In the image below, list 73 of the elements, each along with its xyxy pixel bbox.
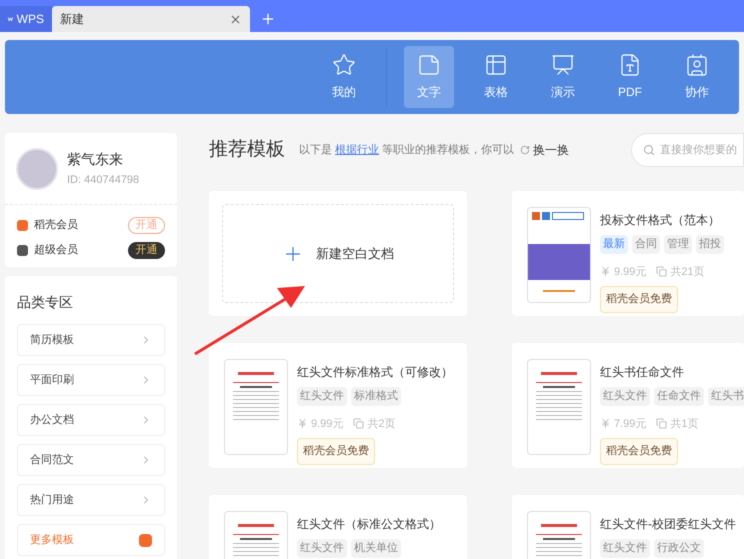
membership-label: 稻壳会员: [34, 218, 79, 234]
document-tab[interactable]: 新建: [52, 6, 250, 32]
close-icon[interactable]: [229, 12, 242, 26]
yen-icon: [297, 418, 308, 430]
page-count: 共21页: [670, 264, 705, 280]
search-icon: [643, 144, 655, 156]
template-tag[interactable]: 红头文件: [600, 539, 650, 558]
template-tag[interactable]: 行政公文: [654, 539, 704, 558]
price: 9.99元: [614, 264, 646, 280]
refresh-button[interactable]: 换一换: [520, 141, 570, 159]
refresh-icon: [520, 145, 530, 155]
template-title: 投标文件格式（范本）: [600, 212, 721, 229]
category-item[interactable]: 合同范文: [17, 444, 165, 476]
section-title: 推荐模板: [209, 138, 285, 162]
pages-icon: [656, 266, 668, 278]
yen-icon: [600, 418, 611, 430]
template-tag[interactable]: 合同: [632, 235, 660, 254]
table-icon: [484, 53, 508, 77]
category-item[interactable]: 简历模板: [17, 324, 165, 356]
star-icon: [332, 53, 356, 77]
pages-icon: [656, 418, 668, 430]
presentation-icon: [551, 53, 575, 77]
member-free-badge: 稻壳会员免费: [600, 286, 678, 312]
nav-tab[interactable]: 协作: [672, 46, 722, 108]
pages-icon: [353, 418, 364, 430]
contact-card-icon: [685, 53, 709, 77]
template-tag[interactable]: 红头文件: [600, 387, 650, 406]
template-tag[interactable]: 管理: [664, 235, 692, 254]
template-tag[interactable]: 红头文件: [297, 539, 347, 558]
nav-tab[interactable]: 表格: [471, 46, 521, 108]
page-count: 共1页: [670, 416, 699, 432]
nav-tab[interactable]: PDF: [605, 46, 655, 108]
template-card[interactable]: 红头文件（标准公文格式） 红头文件 机关单位: [209, 495, 467, 559]
activate-button[interactable]: 开通: [128, 242, 165, 259]
template-title: 红头文件标准格式（可修改）: [297, 364, 453, 381]
note-icon: [417, 53, 441, 77]
search-field[interactable]: 直接搜你想要的: [631, 133, 744, 167]
template-title: 红头文件-校团委红头文件: [600, 516, 736, 533]
user-id: ID: 440744798: [67, 173, 140, 188]
nav-tab[interactable]: 我的: [319, 46, 369, 108]
category-title: 品类专区: [17, 293, 74, 312]
category-item[interactable]: 更多模板: [17, 524, 165, 556]
nav-tab[interactable]: 文字: [404, 46, 454, 108]
template-card[interactable]: 红头文件-校团委红头文件 红头文件 行政公文: [512, 495, 744, 559]
yen-icon: [600, 266, 611, 278]
user-name: 紫气东来: [67, 150, 124, 170]
template-tag[interactable]: 任命文件: [654, 387, 704, 406]
membership-label: 超级会员: [34, 243, 79, 258]
activate-button[interactable]: 开通: [128, 217, 165, 234]
nav-tab[interactable]: 演示: [538, 46, 588, 108]
template-tag[interactable]: 红头文件: [297, 387, 347, 406]
category-item[interactable]: 办公文档: [17, 404, 165, 436]
price: 7.99元: [614, 416, 646, 432]
intro-text: 以下是 根据行业 等职业的推荐模板，你可以: [299, 142, 514, 158]
template-tag[interactable]: 红头书: [708, 387, 744, 406]
template-tag[interactable]: 机关单位: [351, 539, 401, 558]
member-free-badge: 稻壳会员免费: [600, 438, 678, 464]
page-count: 共2页: [367, 416, 396, 432]
member-free-badge: 稻壳会员免费: [297, 438, 375, 464]
template-title: 红头文件（标准公文格式）: [297, 516, 441, 533]
category-item[interactable]: 热门用途: [17, 484, 165, 516]
template-tag[interactable]: 标准格式: [351, 387, 401, 406]
price: 9.99元: [311, 416, 344, 432]
app-tab[interactable]: WPS: [0, 6, 52, 32]
template-tag[interactable]: 最新: [600, 235, 628, 254]
category-item[interactable]: 平面印刷: [17, 364, 165, 396]
template-title: 红头书任命文件: [600, 364, 685, 381]
template-card[interactable]: 红头文件标准格式（可修改） 红头文件 标准格式 9.99元 共2页 稻壳会员免费: [209, 343, 467, 468]
industry-link[interactable]: 根据行业: [335, 144, 380, 156]
new-tab-icon[interactable]: [260, 11, 276, 27]
template-tag[interactable]: 招投: [696, 235, 724, 254]
template-card[interactable]: 投标文件格式（范本） 最新 合同 管理 招投 9.99元 共21页 稻壳会员免费: [512, 191, 744, 316]
template-card[interactable]: 红头书任命文件 红头文件 任命文件 红头书 7.99元 共1页 稻壳会员免费: [512, 343, 744, 468]
